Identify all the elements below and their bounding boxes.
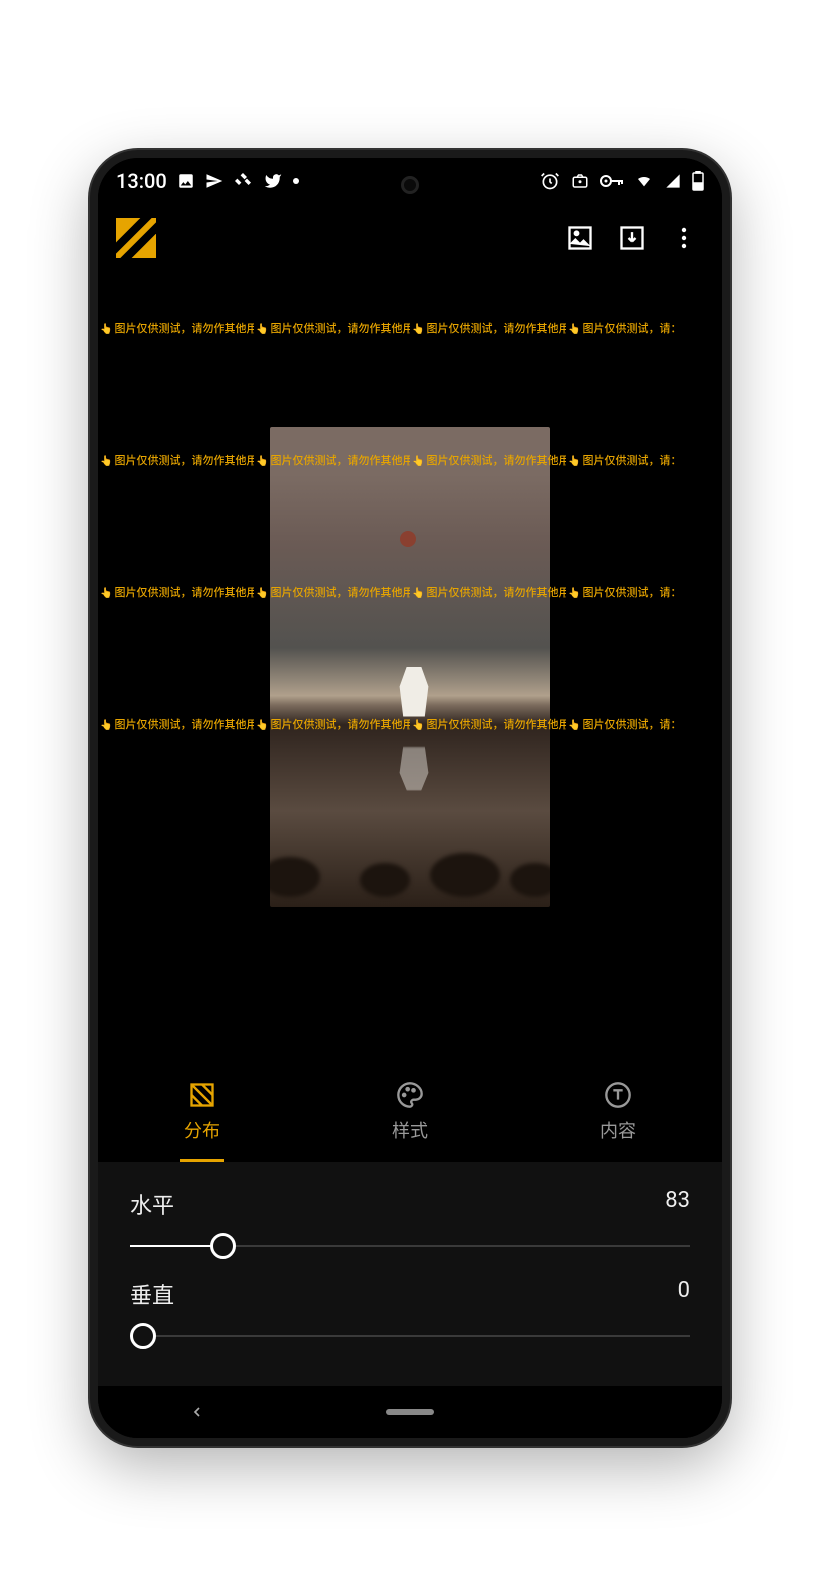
tab-label: 内容 — [600, 1117, 636, 1143]
watermark-text: 图片仅供测试，请勿作其他用途 — [98, 320, 254, 336]
slider-track-vertical[interactable] — [130, 1314, 690, 1358]
editor-tabs: 分布 样式 内容 — [98, 1062, 722, 1162]
signal-icon — [664, 173, 682, 189]
slider-vertical: 垂直 0 — [130, 1278, 690, 1358]
vpn-key-icon — [600, 174, 624, 188]
gallery-button[interactable] — [560, 218, 600, 258]
alarm-icon — [540, 171, 560, 191]
nav-home-pill[interactable] — [386, 1409, 434, 1415]
app-logo-icon[interactable] — [116, 218, 156, 258]
watermark-text: 图片仅供测试，请： — [566, 716, 722, 732]
app-toolbar — [98, 204, 722, 272]
battery-icon — [692, 171, 704, 191]
palette-icon — [396, 1081, 424, 1109]
watermark-text: 图片仅供测试，请勿作其他用途 — [254, 320, 410, 336]
slider-value: 83 — [665, 1188, 690, 1220]
watermark-text: 图片仅供测试，请勿作其他用途 — [98, 452, 254, 468]
watermark-text: 图片仅供测试，请勿作其他用途 — [98, 716, 254, 732]
twitter-icon — [263, 172, 283, 190]
image-icon — [177, 172, 195, 190]
grid-icon — [188, 1081, 216, 1109]
download-icon — [618, 224, 646, 252]
clock: 13:00 — [116, 169, 167, 193]
nav-back-button[interactable] — [189, 1404, 205, 1420]
tab-style[interactable]: 样式 — [306, 1062, 514, 1162]
telegram-icon — [205, 172, 223, 190]
screen: 13:00 — [98, 158, 722, 1438]
slider-label: 水平 — [130, 1188, 174, 1220]
front-camera — [401, 176, 419, 194]
watermark-text: 图片仅供测试，请： — [566, 452, 722, 468]
slider-label: 垂直 — [130, 1278, 174, 1310]
slider-track-horizontal[interactable] — [130, 1224, 690, 1268]
gallery-icon — [566, 224, 594, 252]
download-button[interactable] — [612, 218, 652, 258]
slider-thumb[interactable] — [210, 1233, 236, 1259]
text-circle-icon — [604, 1081, 632, 1109]
image-preview-canvas[interactable]: 图片仅供测试，请勿作其他用途 图片仅供测试，请勿作其他用途 图片仅供测试，请勿作… — [98, 272, 722, 1062]
watermark-text: 图片仅供测试，请： — [566, 584, 722, 600]
slider-value: 0 — [678, 1278, 690, 1310]
camera-icon — [570, 172, 590, 190]
wifi-icon — [634, 173, 654, 189]
more-icon — [681, 226, 687, 250]
watermark-text: 图片仅供测试，请： — [566, 320, 722, 336]
system-nav-bar — [98, 1386, 722, 1438]
watermark-text: 图片仅供测试，请勿作其他用途 — [98, 584, 254, 600]
tab-content[interactable]: 内容 — [514, 1062, 722, 1162]
preview-image — [270, 427, 550, 907]
more-button[interactable] — [664, 218, 704, 258]
tab-label: 分布 — [184, 1117, 220, 1143]
slider-horizontal: 水平 83 — [130, 1188, 690, 1268]
watermark-text: 图片仅供测试，请勿作其他用途 — [410, 320, 566, 336]
slider-thumb[interactable] — [130, 1323, 156, 1349]
tab-distribution[interactable]: 分布 — [98, 1062, 306, 1162]
device-frame: 13:00 — [90, 150, 730, 1446]
tab-label: 样式 — [392, 1117, 428, 1143]
dot-icon — [293, 178, 299, 184]
feed-icon — [233, 173, 253, 189]
